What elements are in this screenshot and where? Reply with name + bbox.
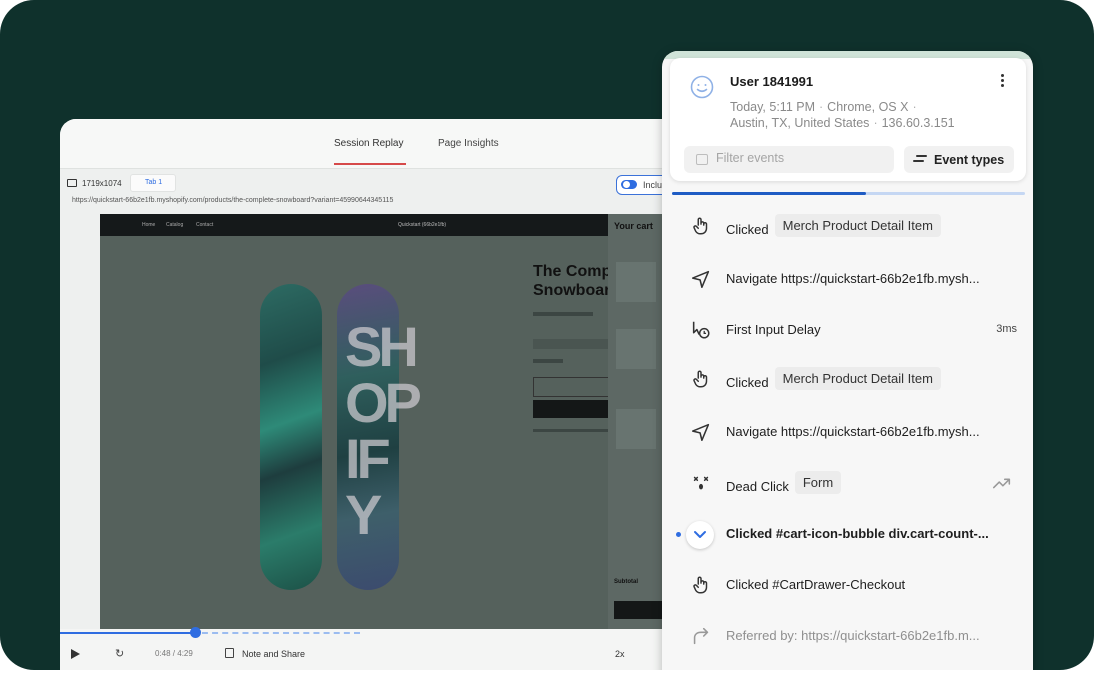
navigate-arrow-icon [691, 423, 710, 442]
site-brand: Quickstart (66b2e1fb) [398, 222, 447, 228]
resolution-label: 1719x1074 [82, 179, 122, 188]
event-types-label: Event types [934, 153, 1005, 167]
expand-button[interactable] [686, 521, 714, 549]
tab-session-replay[interactable]: Session Replay [334, 138, 403, 149]
event-row[interactable]: Clicked Merch Product Detail Item [662, 354, 1033, 404]
board-graphic-text: SH OP IF Y [345, 315, 422, 546]
checkout-button [614, 601, 668, 619]
product-title: The Comp Snowboar [533, 263, 612, 299]
event-row[interactable]: Navigate https://quickstart-66b2e1fb.mys… [662, 254, 1033, 304]
event-title: First Input Delay [726, 322, 821, 337]
event-label: Clicked Merch Product Detail Item [726, 367, 941, 394]
tab-chip-label: Tab 1 [145, 179, 163, 186]
event-title: Navigate https://quickstart-66b2e1fb.mys… [726, 271, 980, 286]
toggle-label: Inclu [643, 180, 663, 190]
cart-item-thumbnail [616, 329, 656, 369]
user-meta-line: Austin, TX, United States · 136.60.3.151 [730, 116, 955, 130]
skip-inactivity-icon[interactable]: ↻ [115, 647, 124, 660]
play-icon[interactable] [71, 649, 80, 659]
event-row-active[interactable]: Clicked #cart-icon-bubble div.cart-count… [662, 509, 1033, 559]
site-nav: Home Catalog Contact Quickstart (66b2e1f… [100, 214, 680, 236]
event-title: Navigate https://quickstart-66b2e1fb.mys… [726, 424, 980, 439]
cart-item-thumbnail [616, 262, 656, 302]
event-label: Clicked Merch Product Detail Item [726, 214, 941, 241]
session-progress-fill [672, 192, 867, 195]
more-options-icon[interactable] [1001, 74, 1005, 88]
active-tab-underline [334, 163, 406, 165]
timeline-scrubber[interactable] [190, 627, 201, 638]
monitor-icon [67, 179, 77, 187]
active-indicator [676, 532, 681, 537]
pointer-hand-icon [693, 217, 708, 235]
cart-subtotal: Subtotal [614, 579, 638, 585]
trending-up-icon[interactable] [991, 472, 1013, 494]
product-price-line [533, 359, 563, 363]
event-tag: Merch Product Detail Item [774, 367, 941, 390]
event-title: Clicked [726, 375, 769, 390]
replay-tab-bar: Session Replay Page Insights [60, 119, 700, 169]
chevron-down-icon [694, 531, 706, 538]
replay-viewport[interactable]: Home Catalog Contact Quickstart (66b2e1f… [100, 214, 680, 629]
note-and-share-button[interactable]: Note and Share [242, 649, 305, 659]
event-duration: 3ms [996, 323, 1017, 335]
event-row[interactable]: Navigate https://quickstart-66b2e1fb.mys… [662, 407, 1033, 457]
event-title: Clicked [726, 222, 769, 237]
event-title: Referred by: https://quickstart-66b2e1fb… [726, 628, 980, 643]
event-title: Clicked #CartDrawer-Checkout [726, 577, 906, 592]
page-url: https://quickstart-66b2e1fb.myshopify.co… [72, 197, 394, 204]
dead-face-icon [693, 476, 709, 490]
event-label: Dead Click Form [726, 471, 842, 498]
event-tag: Form [794, 471, 842, 494]
site-nav-link: Contact [196, 222, 214, 228]
events-panel: User 1841991 Today, 5:11 PM · Chrome, OS X… [662, 51, 1033, 670]
event-row[interactable]: Dead Click Form [662, 458, 1033, 508]
filter-events-input[interactable] [716, 151, 886, 165]
session-replay-window: Session Replay Page Insights 1719x1074 T… [60, 119, 700, 670]
playback-controls: ↻ 0:48 / 4:29 Note and Share 2x [60, 627, 700, 670]
tab-page-insights[interactable]: Page Insights [438, 138, 499, 149]
event-row[interactable]: Clicked Merch Product Detail Item [662, 201, 1033, 251]
sliders-icon [913, 155, 927, 165]
event-title: Clicked #cart-icon-bubble div.cart-count… [726, 526, 989, 541]
cursor-clock-icon [692, 321, 710, 339]
snowboard-image [260, 284, 322, 590]
product-vendor-line [533, 312, 593, 316]
navigate-arrow-icon [691, 270, 710, 289]
tab-chip[interactable]: Tab 1 [130, 174, 176, 192]
note-icon[interactable] [225, 648, 234, 658]
filter-icon [696, 154, 708, 165]
location: Austin, TX, United States [730, 116, 870, 130]
site-nav-link: Catalog [166, 222, 184, 228]
pointer-hand-icon [693, 370, 708, 388]
event-row[interactable]: Clicked #CartDrawer-Checkout [662, 560, 1033, 610]
browser-os: Chrome, OS X [827, 100, 909, 114]
referral-arrow-icon [693, 627, 709, 645]
event-row[interactable]: First Input Delay 3ms [662, 305, 1033, 355]
event-row[interactable]: Referred by: https://quickstart-66b2e1fb… [662, 611, 1033, 661]
event-title: Dead Click [726, 479, 789, 494]
pointer-hand-icon [693, 576, 708, 594]
user-header-card: User 1841991 Today, 5:11 PM · Chrome, OS X… [670, 58, 1026, 181]
user-meta-line: Today, 5:11 PM · Chrome, OS X · [730, 100, 917, 114]
user-title: User 1841991 [730, 74, 814, 89]
event-tag: Merch Product Detail Item [774, 214, 941, 237]
playback-time: 0:48 / 4:29 [155, 649, 193, 658]
cart-item-thumbnail [616, 409, 656, 449]
cart-title: Your cart [614, 221, 653, 231]
filter-events [684, 146, 894, 173]
ip-address: 136.60.3.151 [881, 116, 955, 130]
toggle-switch [621, 180, 637, 189]
timeline-progress [60, 632, 195, 634]
session-progress-bar [672, 192, 1025, 195]
background-card: Session Replay Page Insights 1719x1074 T… [0, 0, 1094, 670]
event-types-button[interactable]: Event types [904, 146, 1014, 173]
smile-icon [690, 75, 714, 99]
session-time: Today, 5:11 PM [730, 100, 815, 114]
site-nav-link: Home [142, 222, 156, 228]
playback-speed[interactable]: 2x [615, 649, 625, 659]
cart-drawer: Your cart Subtotal [608, 214, 668, 629]
